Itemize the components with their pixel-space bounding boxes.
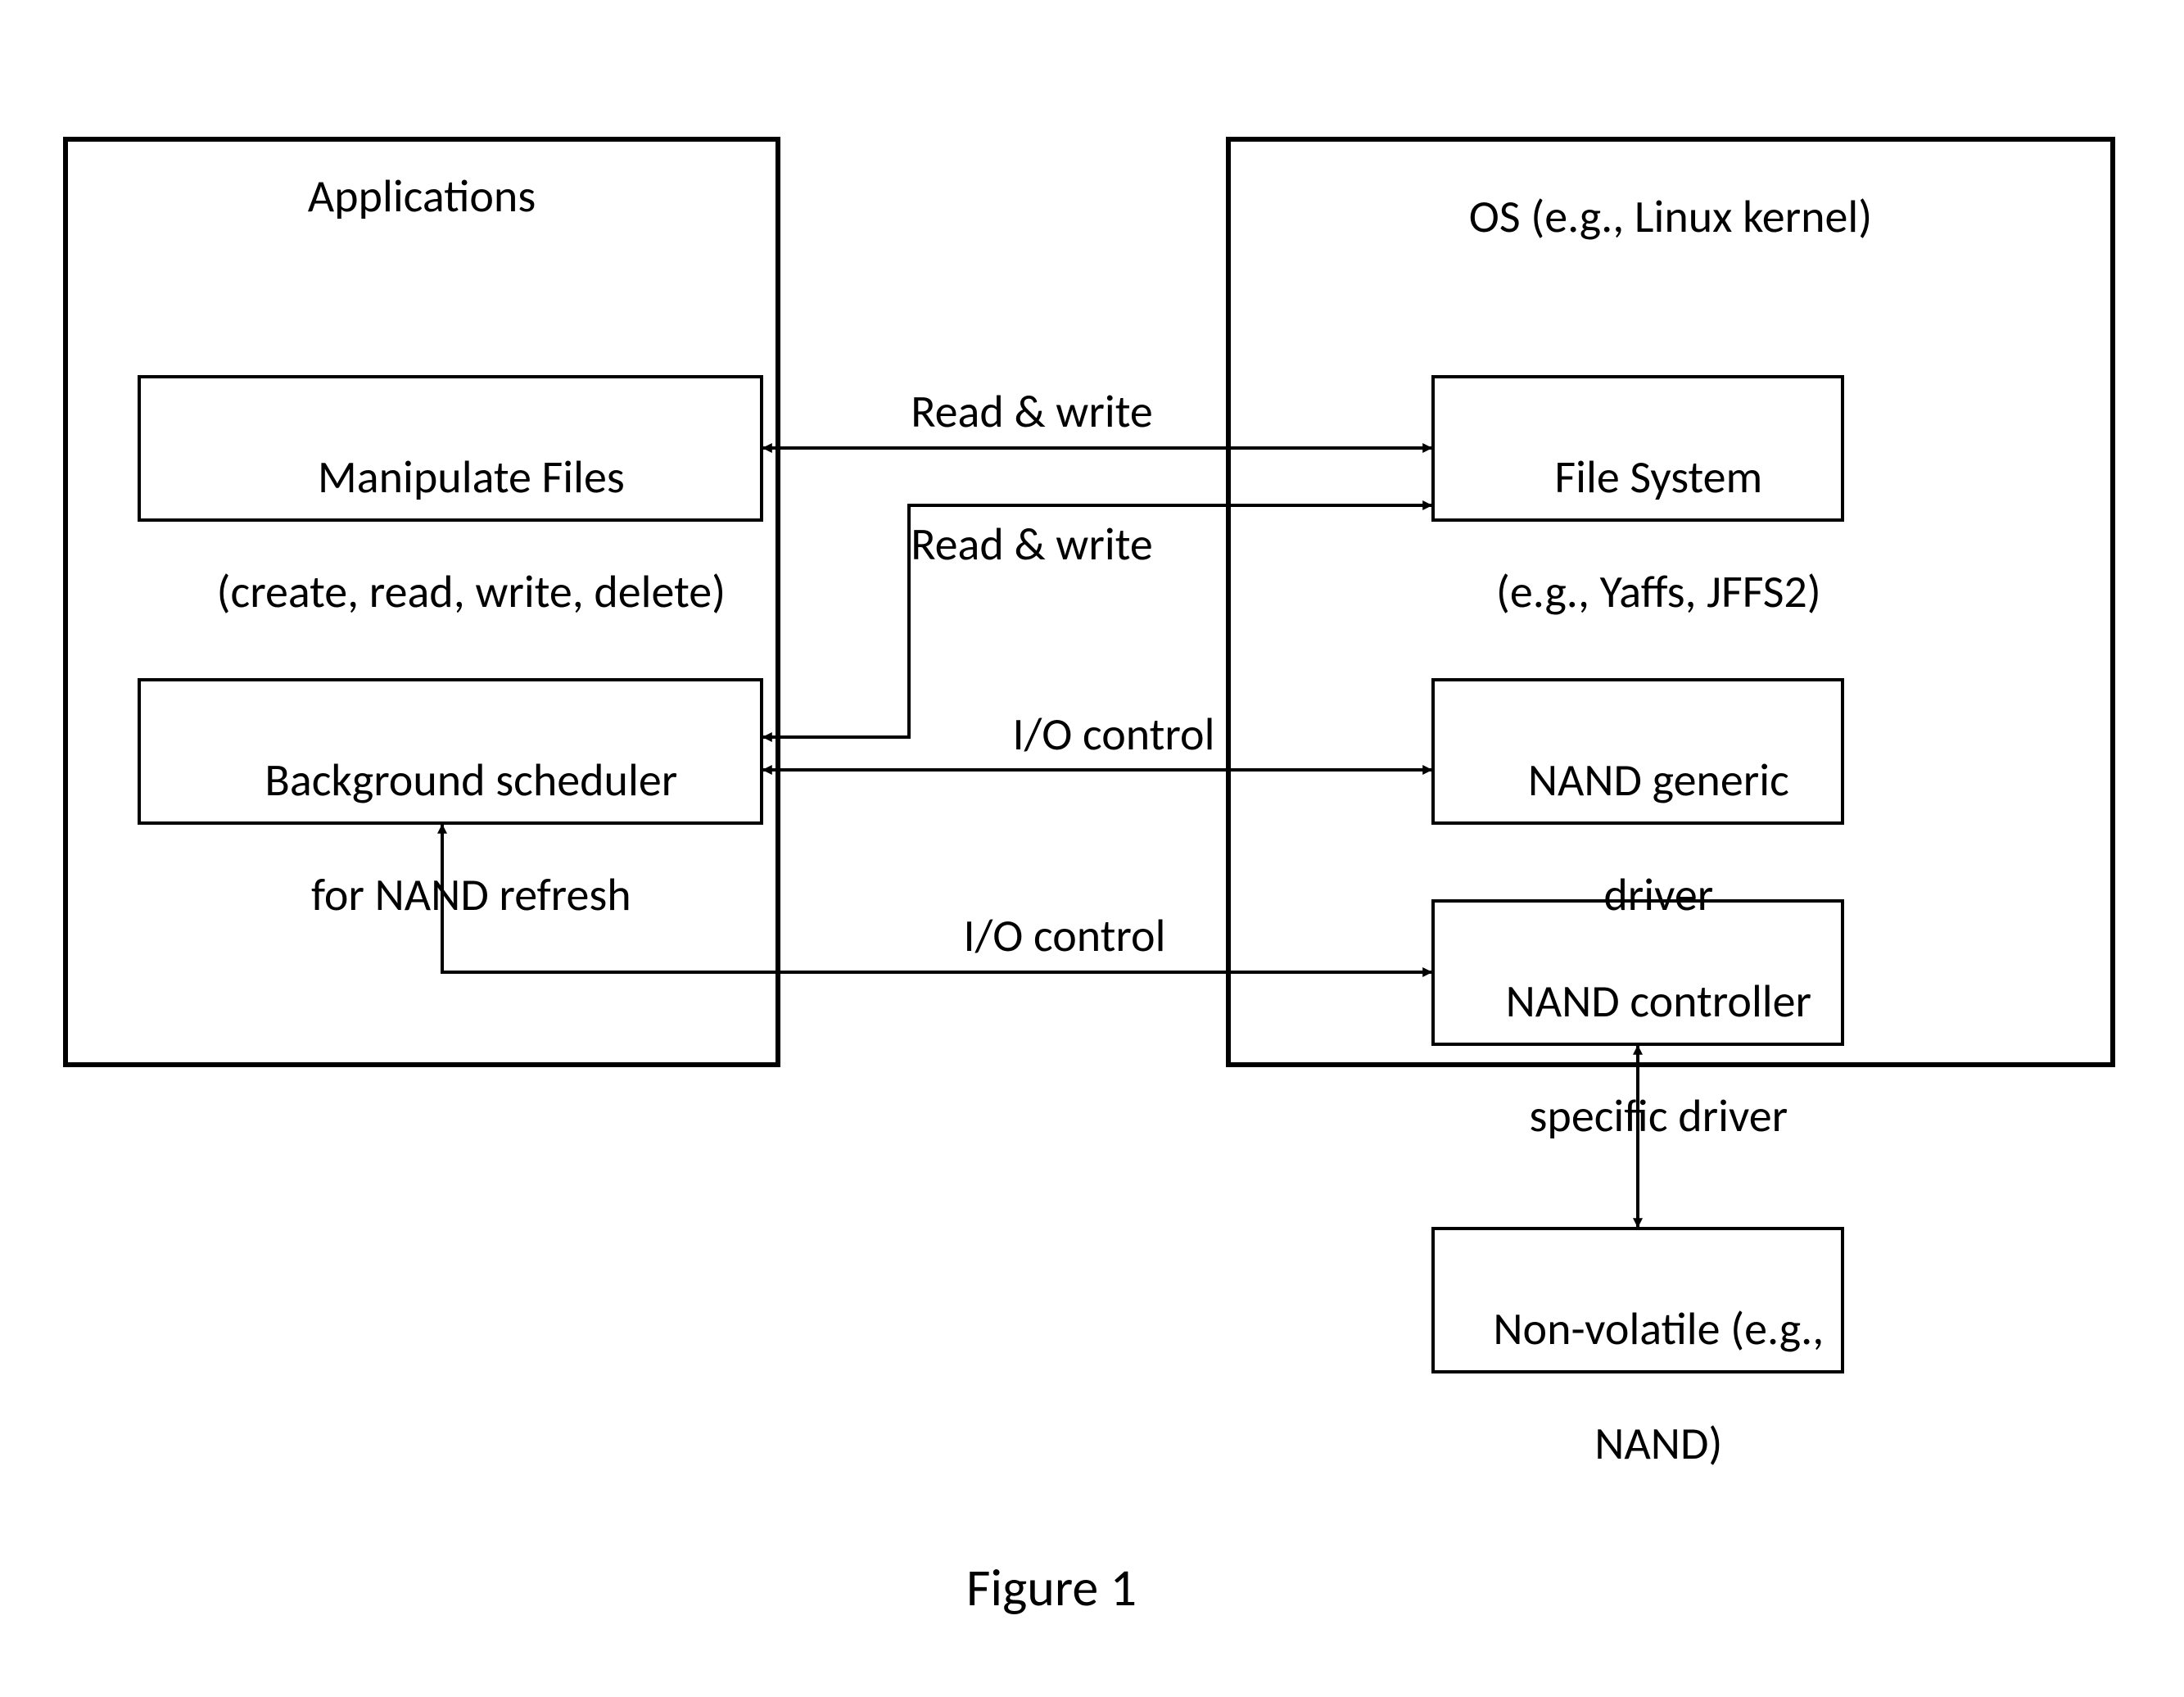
text-line: (e.g., Yaffs, JFFS2) xyxy=(1496,564,1821,620)
group-os-title: OS (e.g., Linux kernel) xyxy=(1228,188,2113,246)
text-line: Manipulate Files xyxy=(318,450,625,505)
edge-label-io-control-2: I/O control xyxy=(934,907,1196,965)
figure-caption: Figure 1 xyxy=(966,1556,1137,1620)
text-line: NAND controller xyxy=(1506,974,1811,1030)
text-line: (create, read, write, delete) xyxy=(217,564,726,620)
text-line: File System xyxy=(1554,450,1762,505)
edge-label-io-control-1: I/O control xyxy=(983,706,1245,763)
box-non-volatile-nand-label: Non-volatile (e.g., NAND) xyxy=(1433,1243,1843,1530)
text-line: Background scheduler xyxy=(265,753,677,808)
box-file-system-label: File System (e.g., Yaffs, JFFS2) xyxy=(1433,391,1843,678)
edge-label-read-write-2: Read & write xyxy=(884,516,1179,573)
text-line: specific driver xyxy=(1530,1088,1788,1144)
edge-label-read-write-1: Read & write xyxy=(884,383,1179,441)
text-line: NAND generic xyxy=(1528,753,1789,808)
box-background-scheduler-label: Background scheduler for NAND refresh xyxy=(139,695,762,981)
box-nand-specific-driver-label: NAND controller specific driver xyxy=(1433,916,1843,1202)
group-applications-title: Applications xyxy=(66,168,778,225)
text-line: Non-volatile (e.g., xyxy=(1493,1301,1824,1357)
text-line: NAND) xyxy=(1594,1416,1722,1472)
text-line: driver xyxy=(1603,867,1713,923)
box-manipulate-files-label: Manipulate Files (create, read, write, d… xyxy=(139,391,762,678)
diagram-canvas: Applications OS (e.g., Linux kernel) Man… xyxy=(0,0,2184,1697)
text-line: for NAND refresh xyxy=(311,867,631,923)
